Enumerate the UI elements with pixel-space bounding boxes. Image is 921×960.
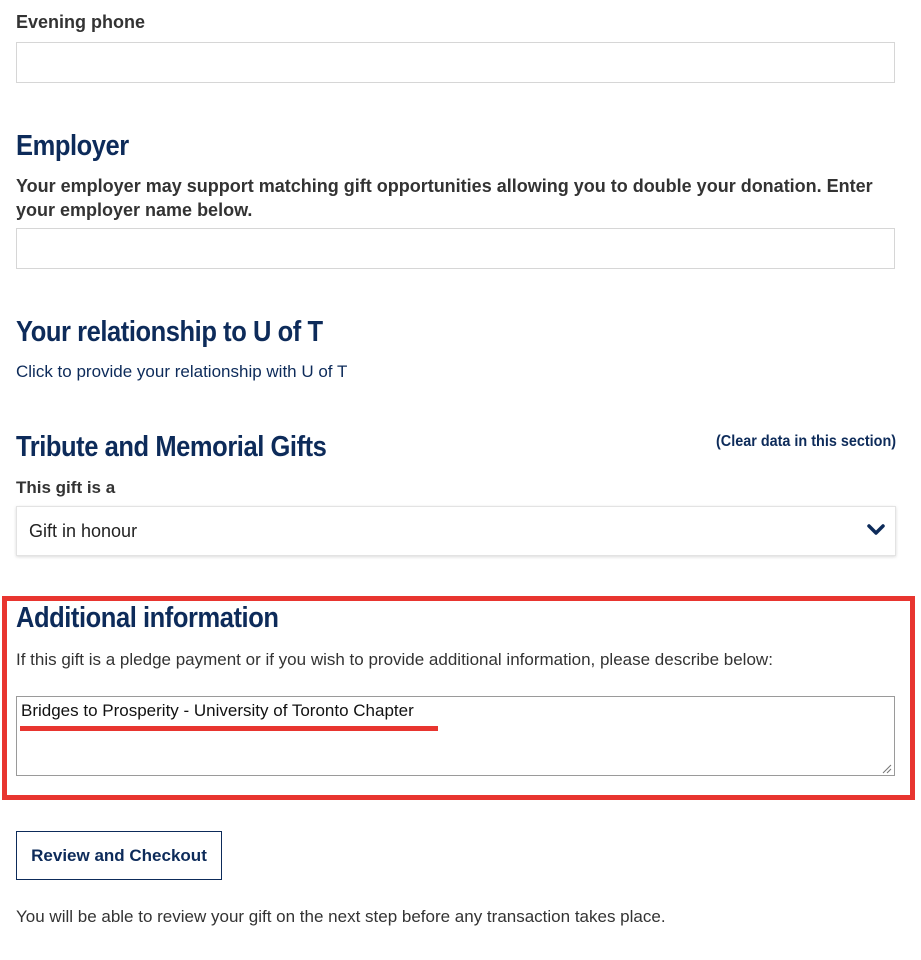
chevron-down-icon bbox=[867, 523, 885, 537]
gift-type-selected: Gift in honour bbox=[29, 521, 138, 541]
review-checkout-button[interactable]: Review and Checkout bbox=[16, 831, 222, 880]
employer-input[interactable] bbox=[16, 228, 895, 269]
relationship-link[interactable]: Click to provide your relationship with … bbox=[16, 362, 347, 382]
additional-description: If this gift is a pledge payment or if y… bbox=[16, 650, 773, 669]
gift-type-label: This gift is a bbox=[16, 478, 116, 497]
employer-description: Your employer may support matching gift … bbox=[16, 176, 873, 220]
tribute-heading: Tribute and Memorial Gifts bbox=[16, 431, 327, 463]
resize-handle-icon[interactable] bbox=[880, 761, 892, 774]
additional-heading: Additional information bbox=[16, 602, 279, 634]
evening-phone-label: Evening phone bbox=[16, 12, 146, 32]
clear-section-link[interactable]: (Clear data in this section) bbox=[716, 433, 896, 451]
evening-phone-input[interactable] bbox=[16, 42, 895, 83]
gift-type-select[interactable]: Gift in honour bbox=[16, 506, 896, 556]
checkout-note: You will be able to review your gift on … bbox=[16, 907, 666, 926]
additional-textarea-value: Bridges to Prosperity - University of To… bbox=[21, 701, 414, 720]
underline-annotation bbox=[20, 726, 438, 731]
employer-heading: Employer bbox=[16, 130, 129, 162]
relationship-heading: Your relationship to U of T bbox=[16, 316, 323, 348]
additional-textarea[interactable]: Bridges to Prosperity - University of To… bbox=[16, 696, 895, 776]
